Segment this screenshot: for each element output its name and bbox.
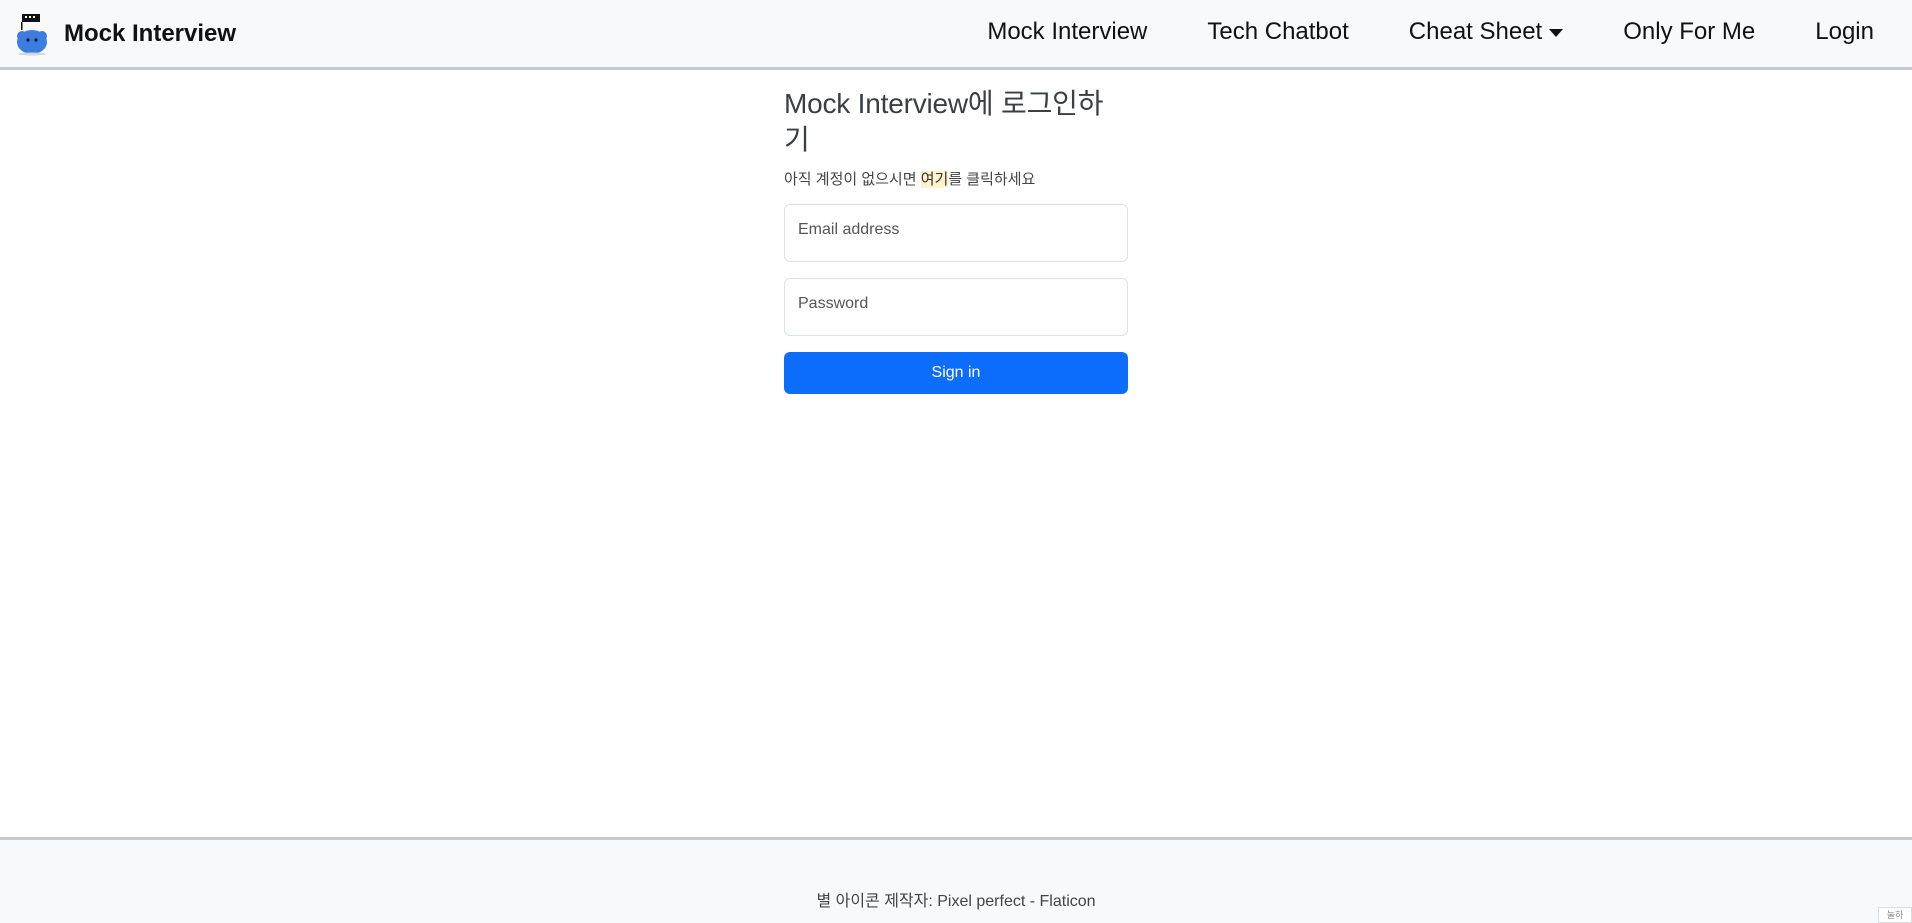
password-field-wrapper: Password [784, 278, 1128, 336]
nav-links: Mock Interview Tech Chatbot Cheat Sheet … [987, 0, 1874, 64]
login-form: Mock Interview에 로그인하기 아직 계정이 없으시면 여기를 클릭… [784, 86, 1128, 394]
caret-down-icon [1549, 29, 1564, 37]
brand-link[interactable]: Mock Interview [14, 12, 236, 56]
nav-item-cheat-sheet[interactable]: Cheat Sheet [1408, 18, 1564, 46]
footer-credit: 별 아이콘 제작자: Pixel perfect - Flaticon [816, 893, 1096, 910]
nav-item-only-for-me[interactable]: Only For Me [1623, 18, 1755, 46]
password-field[interactable] [785, 279, 1127, 335]
navbar: Mock Interview Mock Interview Tech Chatb… [0, 0, 1912, 70]
mascot-logo-icon [14, 12, 50, 56]
nav-item-login[interactable]: Login [1815, 18, 1874, 46]
nav-item-mock-interview[interactable]: Mock Interview [987, 18, 1147, 46]
signup-hint: 아직 계정이 없으시면 여기를 클릭하세요 [784, 170, 1128, 190]
sign-in-button[interactable]: Sign in [784, 352, 1128, 394]
signup-hint-suffix: 를 클릭하세요 [948, 171, 1036, 188]
corner-badge: 눌하 [1878, 907, 1912, 923]
signup-hint-prefix: 아직 계정이 없으시면 [784, 171, 921, 188]
email-field[interactable] [785, 205, 1127, 261]
email-field-wrapper: Email address [784, 204, 1128, 262]
signup-link[interactable]: 여기 [920, 171, 949, 188]
nav-item-cheat-sheet-label: Cheat Sheet [1408, 18, 1543, 45]
footer: 별 아이콘 제작자: Pixel perfect - Flaticon [0, 837, 1912, 923]
brand-name: Mock Interview [64, 19, 237, 47]
nav-item-tech-chatbot[interactable]: Tech Chatbot [1207, 18, 1348, 46]
page-title: Mock Interview에 로그인하기 [784, 88, 1104, 155]
